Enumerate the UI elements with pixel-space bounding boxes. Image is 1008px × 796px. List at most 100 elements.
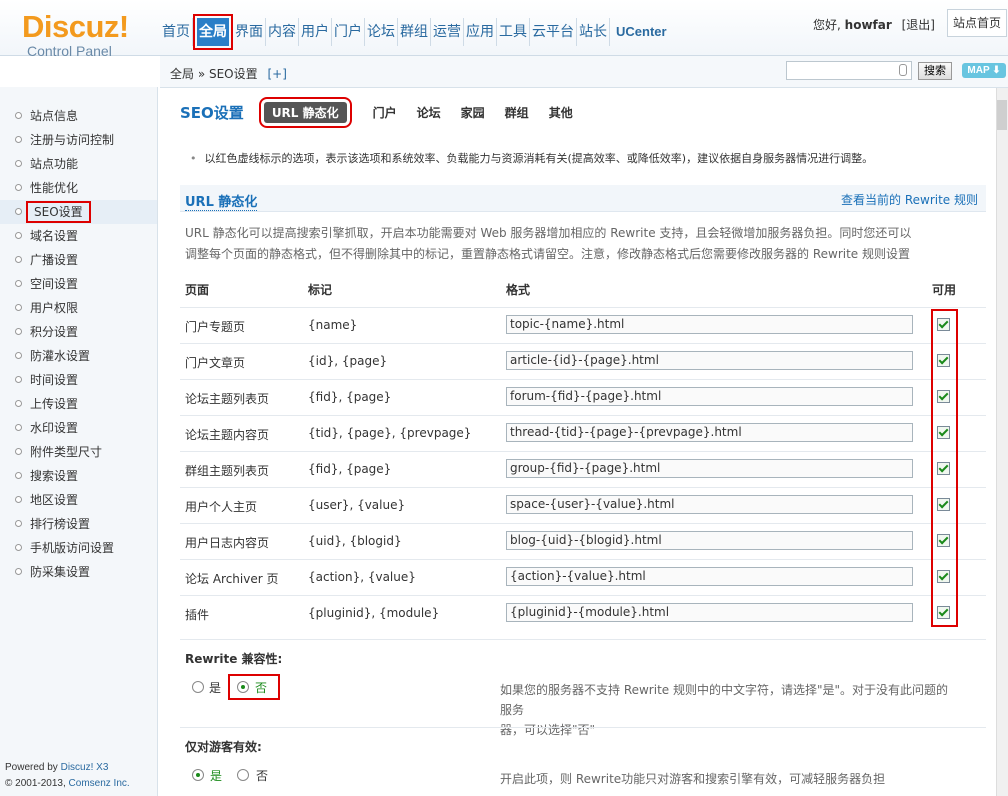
sidebar-item-register-access[interactable]: 注册与访问控制	[0, 128, 157, 152]
format-input[interactable]: article-{id}-{page}.html	[506, 351, 913, 370]
scrollbar[interactable]	[996, 88, 1008, 796]
sidebar-item-anti-scrape[interactable]: 防采集设置	[0, 560, 157, 584]
logo-subtitle: Control Panel	[27, 43, 112, 59]
sidebar-item-domain[interactable]: 域名设置	[0, 224, 157, 248]
sidebar: 站点信息 注册与访问控制 站点功能 性能优化 SEO设置 域名设置 广播设置 空…	[0, 87, 158, 796]
discuz-link[interactable]: Discuz! X3	[61, 762, 109, 773]
nav-item-tools[interactable]: 工具	[497, 18, 530, 46]
nav-item-ucenter[interactable]: UCenter	[610, 18, 673, 46]
rewrite-compat-yes-radio[interactable]	[192, 681, 204, 693]
add-shortcut-link[interactable]: [+]	[267, 67, 286, 81]
search-button[interactable]: 搜索	[918, 62, 952, 80]
logo-title: Discuz!	[22, 9, 129, 44]
format-input[interactable]: forum-{fid}-{page}.html	[506, 387, 913, 406]
sidebar-item-search[interactable]: 搜索设置	[0, 464, 157, 488]
tab-forum[interactable]: 论坛	[417, 104, 441, 121]
tab-home[interactable]: 家园	[461, 104, 485, 121]
breadcrumb-path[interactable]: 全局 » SEO设置	[170, 67, 258, 81]
footer-credits: Powered by Discuz! X3 © 2001-2013, Comse…	[5, 762, 130, 789]
table-row: 论坛 Archiver 页 {action}, {value} {action}-{…	[180, 559, 986, 596]
sidebar-item-site-features[interactable]: 站点功能	[0, 152, 157, 176]
guest-only-yes-label[interactable]: 是	[210, 767, 222, 784]
rewrite-compat-highlight	[228, 674, 280, 700]
table-row: 插件 {pluginid}, {module} {pluginid}-{module…	[180, 595, 986, 632]
table-row: 群组主题列表页 {fid}, {page} group-{fid}-{page}.h…	[180, 451, 986, 488]
tab-other[interactable]: 其他	[549, 104, 573, 121]
nav-item-users[interactable]: 用户	[299, 18, 332, 46]
nav-item-interface[interactable]: 界面	[233, 18, 266, 46]
format-input[interactable]: thread-{tid}-{page}-{prevpage}.html	[506, 423, 913, 442]
nav-item-apps[interactable]: 应用	[464, 18, 497, 46]
guest-only-description: 开启此项，则 Rewrite功能只对游客和搜索引擎有效，可减轻服务器负担	[500, 772, 886, 786]
nav-item-operation[interactable]: 运营	[431, 18, 464, 46]
page-title: SEO设置	[180, 104, 244, 122]
sidebar-item-attachment-types[interactable]: 附件类型尺寸	[0, 440, 157, 464]
row-page: 论坛 Archiver 页	[185, 572, 279, 586]
format-input[interactable]: topic-{name}.html	[506, 315, 913, 334]
format-input[interactable]: {pluginid}-{module}.html	[506, 603, 913, 622]
guest-only-yes-radio[interactable]	[192, 769, 204, 781]
sidebar-item-seo[interactable]: SEO设置	[0, 200, 157, 224]
sidebar-item-anti-spam[interactable]: 防灌水设置	[0, 344, 157, 368]
nav-item-portal[interactable]: 门户	[332, 18, 365, 46]
search-input[interactable]	[786, 61, 912, 80]
map-button[interactable]: MAP ⬇	[962, 63, 1006, 78]
sidebar-item-time[interactable]: 时间设置	[0, 368, 157, 392]
sidebar-item-upload[interactable]: 上传设置	[0, 392, 157, 416]
view-rewrite-rules-link[interactable]: 查看当前的 Rewrite 规则	[841, 191, 978, 208]
section-description: URL 静态化可以提高搜索引擎抓取，开启本功能需要对 Web 服务器增加相应的 …	[185, 226, 912, 261]
nav-item-webmaster[interactable]: 站长	[577, 18, 610, 46]
microphone-icon[interactable]	[899, 64, 907, 76]
row-page: 用户个人主页	[185, 500, 258, 514]
format-input[interactable]: group-{fid}-{page}.html	[506, 459, 913, 478]
row-page: 群组主题列表页	[185, 464, 270, 478]
nav-item-home[interactable]: 首页	[160, 18, 193, 46]
seo-tabs: SEO设置 URL 静态化 门户 论坛 家园 群组 其他	[180, 97, 583, 128]
guest-only-no-label[interactable]: 否	[256, 767, 268, 784]
row-tag: {name}	[308, 318, 358, 332]
tab-group[interactable]: 群组	[505, 104, 529, 121]
comsenz-link[interactable]: Comsenz Inc.	[69, 778, 130, 789]
format-input[interactable]: blog-{uid}-{blogid}.html	[506, 531, 913, 550]
table-row: 论坛主题列表页 {fid}, {page} forum-{fid}-{page}.h…	[180, 379, 986, 416]
sidebar-item-permissions[interactable]: 用户权限	[0, 296, 157, 320]
nav-item-groups[interactable]: 群组	[398, 18, 431, 46]
row-page: 插件	[185, 608, 210, 622]
row-page: 门户专题页	[185, 320, 246, 334]
row-tag: {uid}, {blogid}	[308, 534, 402, 548]
sidebar-item-mobile[interactable]: 手机版访问设置	[0, 536, 157, 560]
sidebar-item-site-info[interactable]: 站点信息	[0, 104, 157, 128]
sidebar-item-region[interactable]: 地区设置	[0, 488, 157, 512]
nav-item-forum[interactable]: 论坛	[365, 18, 398, 46]
tab-url-static[interactable]: URL 静态化	[258, 97, 352, 128]
sidebar-item-credits[interactable]: 积分设置	[0, 320, 157, 344]
row-tag: {action}, {value}	[308, 570, 416, 584]
breadcrumb: 全局 » SEO设置 [+]	[170, 65, 287, 82]
sidebar-item-ranking[interactable]: 排行榜设置	[0, 512, 157, 536]
table-row: 论坛主题内容页 {tid}, {page}, {prevpage} thread-{…	[180, 415, 986, 452]
table-row: 门户文章页 {id}, {page} article-{id}-{page}.htm…	[180, 343, 986, 380]
rewrite-compat-yes-label[interactable]: 是	[209, 679, 221, 696]
format-input[interactable]: space-{user}-{value}.html	[506, 495, 913, 514]
sidebar-item-space[interactable]: 空间设置	[0, 272, 157, 296]
guest-only-no-radio[interactable]	[237, 769, 249, 781]
logout-link[interactable]: [退出]	[902, 18, 935, 32]
format-input[interactable]: {action}-{value}.html	[506, 567, 913, 586]
nav-item-cloud[interactable]: 云平台	[530, 18, 577, 46]
main-content: SEO设置 URL 静态化 门户 论坛 家园 群组 其他 以红色虚线标示的选项，…	[160, 88, 1008, 796]
sidebar-item-performance[interactable]: 性能优化	[0, 176, 157, 200]
row-tag: {user}, {value}	[308, 498, 406, 512]
site-home-button[interactable]: 站点首页	[947, 9, 1007, 37]
sidebar-item-broadcast[interactable]: 广播设置	[0, 248, 157, 272]
section-title: URL 静态化	[185, 191, 258, 211]
nav-item-content[interactable]: 内容	[266, 18, 299, 46]
main-nav: 首页 全局 界面 内容 用户 门户 论坛 群组 运营 应用 工具 云平台 站长 …	[160, 14, 673, 50]
row-tag: {fid}, {page}	[308, 462, 392, 476]
tab-portal[interactable]: 门户	[373, 104, 397, 121]
logo[interactable]: Discuz! Control Panel	[22, 9, 142, 60]
sidebar-item-watermark[interactable]: 水印设置	[0, 416, 157, 440]
scrollbar-thumb[interactable]	[997, 100, 1007, 130]
nav-item-global[interactable]: 全局	[193, 14, 233, 50]
sidebar-menu: 站点信息 注册与访问控制 站点功能 性能优化 SEO设置 域名设置 广播设置 空…	[0, 104, 157, 584]
row-page: 论坛主题内容页	[185, 428, 270, 442]
